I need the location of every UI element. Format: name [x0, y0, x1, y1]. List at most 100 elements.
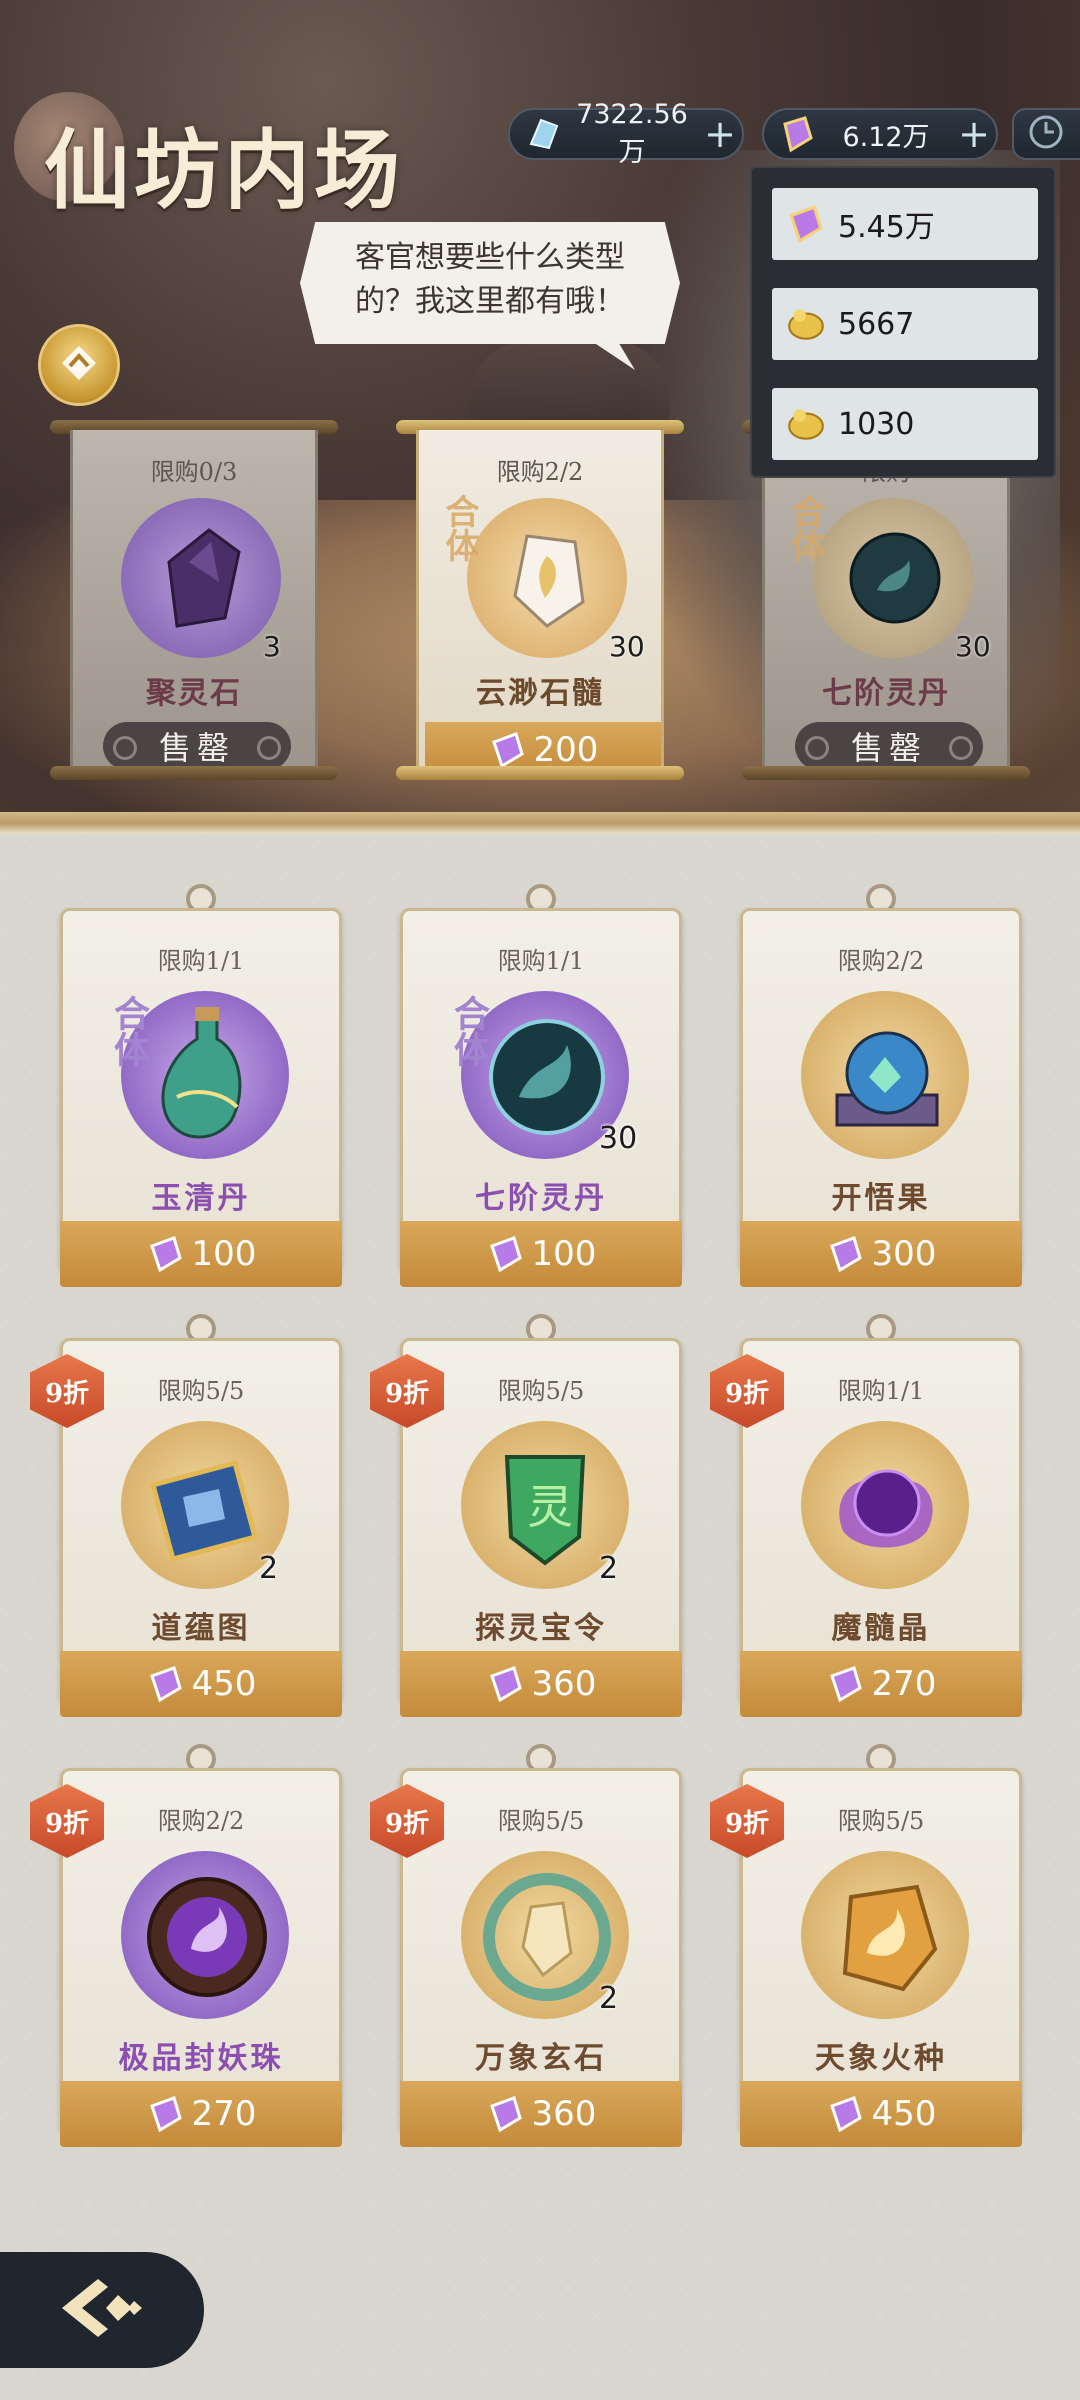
- purchase-limit: 限购2/2: [157, 1807, 245, 1835]
- clock-button[interactable]: [1012, 108, 1080, 160]
- gold-coin-icon: [782, 400, 830, 448]
- price-value: 300: [871, 1234, 937, 1274]
- spirit-stone-amount: 7322.56万: [576, 99, 688, 168]
- popup-value: 5667: [838, 306, 915, 342]
- price-button[interactable]: 360: [400, 1651, 682, 1717]
- popup-value: 5.45万: [838, 210, 935, 245]
- popup-row-coin-2: 1030: [772, 388, 1038, 460]
- purchase-limit: 限购1/1: [157, 947, 245, 975]
- shop-item-card[interactable]: 限购1/1 魔髓晶 270 9折: [710, 1314, 1022, 1717]
- purple-crystal-icon: [146, 1234, 186, 1274]
- purple-crystal-icon: [826, 1664, 866, 1704]
- price-button[interactable]: 100: [400, 1221, 682, 1287]
- shop-item-card[interactable]: 限购1/1 合体 30 七阶灵丹 100: [400, 884, 682, 1287]
- purple-crystal-icon: [774, 111, 820, 157]
- purchase-limit: 限购1/1: [837, 1377, 925, 1405]
- price-value: 360: [531, 2094, 597, 2134]
- spirit-gather-stone-icon: [167, 528, 241, 628]
- add-crystal-button[interactable]: +: [952, 115, 996, 153]
- card-body: 限购2/2 开悟果 300: [740, 908, 1022, 1287]
- section-divider: [0, 812, 1080, 834]
- item-name: 七阶灵丹: [475, 1181, 607, 1216]
- price-value: 100: [191, 1234, 257, 1274]
- scroll-rod-bottom: [50, 766, 338, 780]
- sold-out-label: 售罄: [103, 722, 291, 770]
- heti-tag: 合体: [439, 494, 479, 562]
- gold-coin-icon: [782, 300, 830, 348]
- add-spirit-stone-button[interactable]: +: [698, 115, 742, 153]
- item-name: 魔髓晶: [831, 1611, 931, 1646]
- scroll-paper: 限购 合体 30 七阶灵丹 售罄: [762, 430, 1010, 770]
- price-value: 100: [531, 1234, 597, 1274]
- purple-crystal-icon: [486, 2094, 526, 2134]
- price-button[interactable]: 100: [60, 1221, 342, 1287]
- item-quantity: 30: [609, 630, 645, 663]
- price-value: 450: [191, 1664, 257, 1704]
- purchase-limit: 限购2/2: [837, 947, 925, 975]
- celestial-fire-seed-icon: [842, 1884, 938, 1992]
- item-quantity: 2: [599, 1981, 619, 2016]
- popup-row-crystal: 5.45万: [772, 188, 1038, 260]
- purchase-limit: 限购2/2: [496, 458, 584, 486]
- purple-crystal-icon: [488, 730, 528, 770]
- purple-crystal-icon: [826, 1234, 866, 1274]
- item-quantity: 3: [263, 630, 281, 663]
- seventh-elixir-icon: [849, 532, 941, 624]
- item-name: 云渺石髓: [476, 676, 604, 711]
- purchase-limit: 限购0/3: [150, 458, 238, 486]
- back-button[interactable]: [0, 2252, 204, 2368]
- category-toggle-button[interactable]: [38, 324, 120, 406]
- purchase-limit: 限购5/5: [497, 1377, 585, 1405]
- price-button[interactable]: 360: [400, 2081, 682, 2147]
- purple-crystal-icon: [486, 1664, 526, 1704]
- purple-crystal-icon: [146, 2094, 186, 2134]
- demon-sealing-orb-icon: [147, 1877, 267, 1997]
- item-name: 玉清丹: [151, 1181, 251, 1216]
- purchase-limit: 限购5/5: [837, 1807, 925, 1835]
- cloud-marrow-stone-icon: [513, 534, 585, 628]
- speech-line-1: 客官想要些什么类型: [355, 240, 625, 275]
- price-button[interactable]: 450: [740, 2081, 1022, 2147]
- hero-banner: 仙坊内场 7322.56万 + 6.12万 + 客官想要些什么类型 的？我这里都…: [0, 0, 1080, 820]
- price-value: 270: [191, 2094, 257, 2134]
- price-button[interactable]: 450: [60, 1651, 342, 1717]
- purchase-limit: 限购5/5: [497, 1807, 585, 1835]
- demon-marrow-crystal-icon: [839, 1469, 933, 1548]
- currency-spirit-stone[interactable]: 7322.56万 +: [508, 99, 744, 168]
- spirit-stone-icon: [520, 111, 566, 157]
- price-button[interactable]: 270: [60, 2081, 342, 2147]
- purchase-limit: 限购1/1: [497, 947, 585, 975]
- item-name: 探灵宝令: [475, 1611, 607, 1646]
- top-item-card-2[interactable]: 限购2/2 合体 30 云渺石髓 200: [396, 420, 684, 780]
- crystal-amount: 6.12万: [842, 121, 930, 153]
- purple-crystal-icon: [486, 1234, 526, 1274]
- price-button[interactable]: 300: [740, 1221, 1022, 1287]
- item-name: 七阶灵丹: [822, 676, 950, 711]
- item-name: 天象火种: [815, 2041, 947, 2076]
- top-item-card-1[interactable]: 限购0/3 3 聚灵石 售罄: [50, 420, 338, 780]
- shop-item-card[interactable]: 限购5/5 2 万象玄石 360 9折: [370, 1744, 682, 2147]
- shop-item-card[interactable]: 限购2/2 开悟果 300: [740, 884, 1022, 1287]
- page-title: 仙坊内场: [44, 120, 404, 221]
- currency-crystal[interactable]: 6.12万 +: [762, 108, 998, 160]
- shop-item-card[interactable]: 限购5/5 灵 2 探灵宝令 360 9折: [370, 1314, 682, 1717]
- price-button[interactable]: 270: [740, 1651, 1022, 1717]
- item-name: 道蕴图: [151, 1611, 251, 1646]
- purple-crystal-icon: [146, 1664, 186, 1704]
- purple-crystal-icon: [782, 200, 830, 248]
- item-quantity: 2: [259, 1551, 279, 1586]
- item-quantity: 30: [599, 1121, 638, 1156]
- shop-item-card[interactable]: 限购1/1 合体 玉清丹 100: [60, 884, 342, 1287]
- item-name: 开悟果: [831, 1181, 931, 1216]
- shop-item-card[interactable]: 限购5/5 天象火种 450 9折: [710, 1744, 1022, 2147]
- item-name: 万象玄石: [475, 2041, 607, 2076]
- purchase-limit: 限购5/5: [157, 1377, 245, 1405]
- price-value: 200: [533, 730, 599, 770]
- svg-text:灵: 灵: [527, 1480, 573, 1534]
- diamond-arrow-icon: [56, 340, 102, 390]
- scroll-rod-bottom: [742, 766, 1030, 780]
- shop-item-card[interactable]: 限购5/5 2 道蕴图 450 9折: [30, 1314, 342, 1717]
- price-value: 270: [871, 1664, 937, 1704]
- card-body: 限购1/1 合体 30 七阶灵丹 100: [400, 908, 682, 1287]
- shop-item-card[interactable]: 限购2/2 极品封妖珠 270 9折: [30, 1744, 342, 2147]
